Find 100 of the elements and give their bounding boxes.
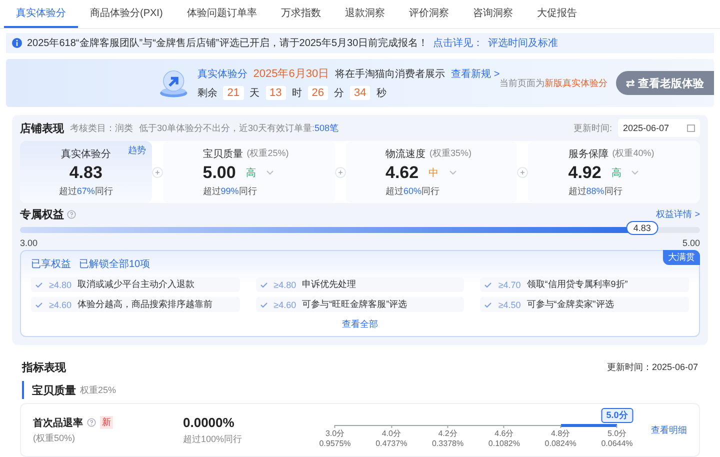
check-icon bbox=[35, 302, 43, 308]
metric-value: 4.62 bbox=[386, 162, 419, 182]
beat-text: 超过67%同行 bbox=[58, 184, 113, 198]
check-icon bbox=[484, 302, 492, 308]
tick-rate: 0.0824% bbox=[544, 439, 576, 448]
tick-rate: 0.0644% bbox=[601, 439, 633, 448]
slider-min: 3.00 bbox=[20, 238, 38, 248]
slider-thumb: 4.83 bbox=[626, 221, 658, 235]
benefit-item: ≥4.80 申诉优先处理 bbox=[256, 277, 464, 292]
notice-text: 2025年618“金牌客服团队”与“金牌售后店铺”评选已开启，请于2025年5月30日前完成报名！ bbox=[27, 36, 428, 50]
tick-label: 3.0分 bbox=[325, 428, 345, 439]
beat-text: 超过88%同行 bbox=[568, 184, 624, 198]
new-badge: 新 bbox=[100, 416, 113, 429]
slider-max: 5.00 bbox=[682, 238, 700, 248]
indicator-name: 首次品退率 bbox=[33, 416, 83, 430]
switch-version-button[interactable]: ⇄ 查看老版体验 bbox=[616, 71, 714, 95]
view-all-link[interactable]: 查看全部 bbox=[336, 317, 384, 332]
tab[interactable]: 真实体验分 bbox=[4, 0, 78, 28]
help-icon bbox=[67, 210, 76, 218]
metric-value: 4.92 bbox=[568, 162, 602, 182]
current-page-label: 当前页面为 bbox=[500, 78, 545, 88]
update-label: 更新时间: bbox=[573, 122, 612, 134]
trend-link[interactable]: 趋势 bbox=[128, 144, 146, 157]
check-icon bbox=[260, 302, 268, 308]
score-marker: 5.0分 bbox=[601, 408, 633, 423]
chevron-down-icon bbox=[631, 170, 640, 175]
check-icon bbox=[484, 282, 492, 288]
section-title: 专属权益 bbox=[20, 208, 64, 222]
rule-text: 低于30单体验分不出分，近30天有效订单量: bbox=[139, 122, 315, 132]
benefit-item: ≥4.80 取消或减少平台主动介入退款 bbox=[31, 277, 240, 292]
beat-text: 超过100%同行 bbox=[183, 432, 242, 446]
update-time: 更新时间：2025-06-07 bbox=[606, 360, 698, 374]
current-version: 新版真实体验分 bbox=[544, 78, 608, 88]
countdown-value: 34 bbox=[350, 86, 370, 100]
beat-text: 超过99%同行 bbox=[202, 184, 258, 198]
unlocked-count: 已解锁全部10项 bbox=[79, 258, 150, 271]
tab[interactable]: 体验问题订单率 bbox=[174, 0, 269, 28]
tick-rate: 0.4737% bbox=[376, 439, 408, 448]
date-field[interactable]: 2025-06-07 bbox=[618, 119, 700, 137]
help-icon bbox=[87, 418, 96, 427]
countdown-unit: 秒 bbox=[376, 86, 386, 100]
tick-label: 4.0分 bbox=[382, 428, 401, 439]
section-title: 指标表现 bbox=[22, 360, 66, 374]
metric-weight: (权重40%) bbox=[612, 146, 654, 160]
rights-detail-link[interactable]: 权益详情 > bbox=[656, 208, 700, 220]
benefit-item: ≥4.50 可参与“金牌卖家”评选 bbox=[480, 297, 689, 312]
criteria-link[interactable]: 评选时间及标准 bbox=[488, 36, 558, 50]
metric-weight: (权重25%) bbox=[246, 146, 289, 160]
calendar-icon bbox=[687, 124, 695, 132]
check-icon bbox=[260, 282, 268, 288]
tick-rate: 0.3378% bbox=[432, 439, 464, 448]
countdown-value: 26 bbox=[308, 86, 328, 100]
tab[interactable]: 咨询洞察 bbox=[460, 0, 525, 28]
tick-label: 4.6分 bbox=[494, 428, 514, 439]
category-text: 考核类目：润类 bbox=[70, 122, 133, 134]
countdown-unit: 分 bbox=[334, 87, 344, 100]
metric-name: 服务保障 bbox=[568, 148, 608, 160]
beat-text: 超过60%同行 bbox=[386, 184, 441, 198]
remaining-label: 剩余 bbox=[197, 87, 218, 100]
subsection-title: 宝贝质量 bbox=[32, 384, 76, 398]
countdown-unit: 时 bbox=[292, 86, 302, 100]
metric-name: 物流速度 bbox=[386, 148, 426, 160]
tick-label: 5.0分 bbox=[607, 428, 627, 439]
tick-label: 4.2分 bbox=[438, 428, 458, 439]
indicator-value: 0.0000% bbox=[183, 414, 234, 430]
metric-name: 宝贝质量 bbox=[202, 148, 243, 160]
tab[interactable]: 商品体验分(PXI) bbox=[78, 0, 175, 28]
section-title: 店铺表现 bbox=[20, 122, 64, 136]
chevron-down-icon bbox=[266, 170, 274, 175]
benefit-item: ≥4.60 体验分越高，商品搜索排序越靠前 bbox=[31, 297, 240, 312]
notice-link-prefix: 点击详见： bbox=[433, 36, 484, 50]
info-icon bbox=[12, 38, 22, 48]
level-tag: 高 bbox=[611, 166, 622, 180]
banner-text: 将在手淘猫向消费者展示 bbox=[335, 68, 446, 80]
tick-rate: 0.1082% bbox=[488, 439, 520, 448]
subsection-weight: 权重25% bbox=[80, 384, 116, 396]
grand-slam-badge: 大满贯 bbox=[663, 250, 700, 265]
countdown-unit: 天 bbox=[250, 87, 260, 100]
tick-rate: 0.9575% bbox=[319, 439, 351, 448]
tab[interactable]: 大促报告 bbox=[524, 0, 589, 28]
metric-name: 真实体验分 bbox=[60, 148, 111, 160]
view-detail-link[interactable]: 查看明细 bbox=[651, 424, 687, 436]
banner-title: 真实体验分 bbox=[197, 68, 248, 80]
countdown-value: 13 bbox=[266, 86, 286, 100]
new-rules-link[interactable]: 查看新规 > bbox=[451, 66, 500, 80]
indicator-weight: (权重50%) bbox=[33, 432, 76, 444]
order-count: 508笔 bbox=[314, 122, 339, 132]
tab[interactable]: 退款洞察 bbox=[332, 0, 397, 28]
metric-weight: (权重35%) bbox=[430, 146, 472, 160]
level-tag: 中 bbox=[428, 166, 439, 180]
metric-value: 4.83 bbox=[69, 162, 102, 182]
check-icon bbox=[35, 282, 43, 288]
level-tag: 高 bbox=[246, 166, 256, 180]
tab[interactable]: 万求指数 bbox=[268, 0, 333, 28]
banner-date: 2025年6月30日 bbox=[253, 67, 330, 81]
metric-value: 5.00 bbox=[202, 162, 236, 182]
chevron-down-icon bbox=[448, 170, 457, 175]
tick-label: 4.8分 bbox=[551, 428, 570, 439]
tab[interactable]: 评价洞察 bbox=[396, 0, 461, 28]
benefit-item: ≥4.60 可参与“旺旺金牌客服”评选 bbox=[256, 297, 464, 312]
